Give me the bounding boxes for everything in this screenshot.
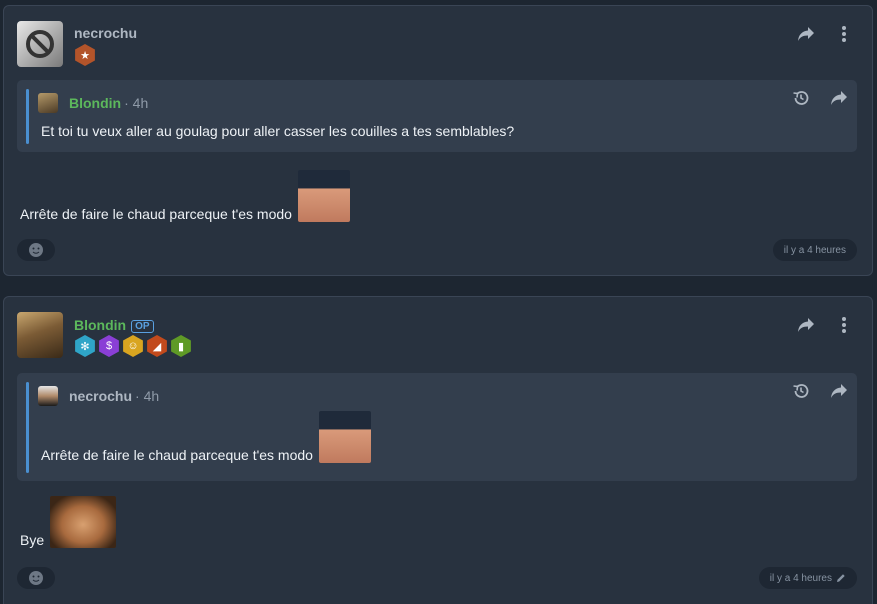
post-text: Arrête de faire le chaud parceque t'es m… [20, 206, 292, 222]
quote-username[interactable]: necrochu [69, 388, 132, 404]
star-icon[interactable]: ★ [75, 44, 95, 66]
reaction-button[interactable] [17, 567, 55, 589]
snowflake-icon[interactable]: ✻ [75, 335, 95, 357]
post-text: Bye [20, 532, 45, 548]
smiley-icon [29, 571, 43, 585]
quote-avatar[interactable] [38, 386, 58, 406]
quote-text: Arrête de faire le chaud parceque t'es m… [41, 447, 313, 463]
quote-author[interactable]: Blondin · 4h [69, 95, 148, 111]
share-icon[interactable] [829, 88, 849, 108]
quote-body: Arrête de faire le chaud parceque t'es m… [41, 411, 371, 463]
quote-actions [791, 88, 849, 108]
post-actions [796, 315, 854, 335]
quote-avatar[interactable] [38, 93, 58, 113]
username-row: Blondin OP [74, 317, 154, 333]
quote-time: · 4h [135, 388, 160, 404]
quote-actions [791, 381, 849, 401]
post-card: necrochu ★ Blondin · 4h Et toi tu veux al… [3, 5, 873, 276]
beer-icon[interactable]: ▮ [171, 335, 191, 357]
share-icon[interactable] [796, 315, 816, 335]
history-icon[interactable] [791, 88, 811, 108]
quote-text: Et toi tu veux aller au goulag pour alle… [41, 123, 515, 139]
badge-list: ★ [74, 44, 96, 66]
quote-block: Blondin · 4h Et toi tu veux aller au goul… [17, 80, 857, 152]
post-body: Bye [20, 496, 117, 548]
more-options-icon[interactable] [834, 24, 854, 44]
username[interactable]: necrochu [74, 25, 137, 41]
quote-time: · 4h [124, 95, 149, 111]
quote-block: necrochu · 4h Arrête de faire le chaud pa… [17, 373, 857, 481]
username[interactable]: Blondin [74, 317, 126, 333]
laughing-sticker [50, 496, 117, 548]
timestamp-text: il y a 4 heures [769, 572, 832, 584]
post-actions [796, 24, 854, 44]
avatar[interactable] [17, 312, 63, 358]
timestamp[interactable]: il y a 4 heures [772, 239, 857, 261]
history-icon[interactable] [791, 381, 811, 401]
share-icon[interactable] [796, 24, 816, 44]
post-card: Blondin OP ✻ $ ☺ ◢ ▮ necrochu · 4h Arrêt… [3, 296, 873, 604]
avatar[interactable] [17, 21, 63, 67]
share-icon[interactable] [829, 381, 849, 401]
cheese-icon[interactable]: ◢ [147, 335, 167, 357]
reaction-button[interactable] [17, 239, 55, 261]
badge-list: ✻ $ ☺ ◢ ▮ [74, 335, 192, 357]
smiley-icon [29, 243, 43, 257]
more-options-icon[interactable] [834, 315, 854, 335]
smile-icon[interactable]: ☺ [123, 335, 143, 357]
op-badge: OP [131, 320, 154, 333]
quote-username[interactable]: Blondin [69, 95, 121, 111]
facepalm-sticker [318, 411, 371, 463]
timestamp[interactable]: il y a 4 heures [758, 567, 857, 589]
facepalm-sticker [297, 170, 350, 222]
banned-icon [26, 30, 54, 58]
quote-bar [26, 89, 29, 144]
timestamp-text: il y a 4 heures [783, 244, 846, 256]
post-body: Arrête de faire le chaud parceque t'es m… [20, 170, 350, 222]
dollar-icon[interactable]: $ [99, 335, 119, 357]
pencil-icon [837, 574, 845, 582]
quote-bar [26, 382, 29, 473]
quote-author[interactable]: necrochu · 4h [69, 388, 159, 404]
